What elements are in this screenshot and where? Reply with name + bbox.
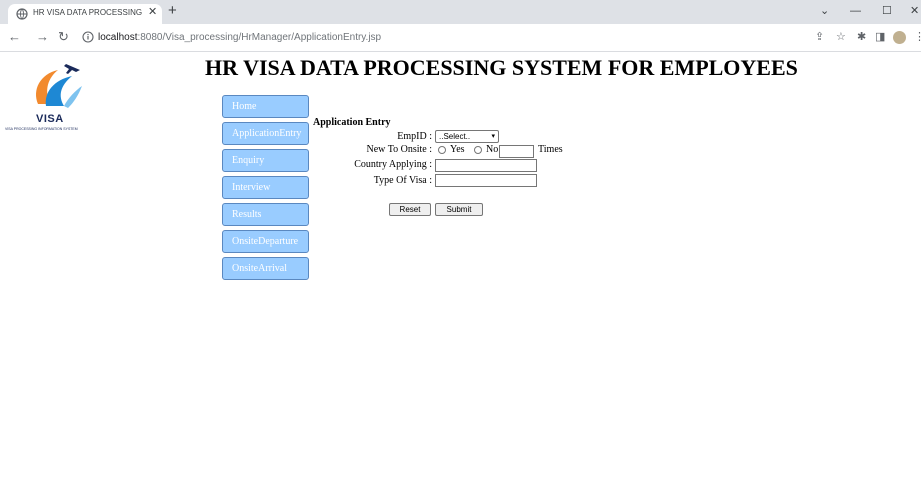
no-radio-label: No (486, 144, 499, 155)
extensions-icon[interactable]: ✱ (857, 30, 866, 44)
window-close-icon[interactable]: ✕ (910, 4, 919, 18)
yes-radio[interactable] (438, 146, 446, 154)
type-of-visa-label: Type Of Visa : (373, 175, 432, 186)
browser-tabstrip: HR VISA DATA PROCESSING SYS ✕ + ⌄ — ☐ ✕ (0, 0, 921, 24)
logo-subtext: VISA PROCESSING INFORMATION SYSTEM (5, 127, 78, 131)
form-heading: Application Entry (313, 117, 391, 128)
times-label: Times (538, 144, 563, 155)
menu-item-onsite-arrival[interactable]: OnsiteArrival (222, 257, 309, 280)
browser-tab[interactable]: HR VISA DATA PROCESSING SYS ✕ (8, 4, 162, 24)
empid-select[interactable]: ..Select.. ▾ (435, 130, 499, 143)
submit-button[interactable]: Submit (435, 203, 483, 216)
maximize-icon[interactable]: ☐ (882, 4, 892, 18)
new-to-onsite-label: New To Onsite : (366, 144, 433, 155)
times-input[interactable] (499, 145, 534, 158)
back-icon[interactable]: ← (8, 29, 21, 45)
empid-selected-value: ..Select.. (439, 132, 471, 141)
url-host: localhost (98, 32, 138, 43)
logo-text: VISA (36, 113, 64, 125)
reset-button[interactable]: Reset (389, 203, 431, 216)
chevron-down-icon: ▾ (491, 133, 495, 140)
address-bar[interactable]: localhost:8080/Visa_processing/HrManager… (98, 32, 381, 43)
side-panel-icon[interactable]: ◨ (875, 30, 885, 44)
new-tab-icon[interactable]: + (168, 2, 177, 20)
menu-item-home[interactable]: Home (222, 95, 309, 118)
share-icon[interactable]: ⇪ (815, 30, 824, 44)
menu-item-enquiry[interactable]: Enquiry (222, 149, 309, 172)
url-path: :8080/Visa_processing/HrManager/Applicat… (137, 32, 382, 43)
yes-radio-label: Yes (450, 144, 465, 155)
tab-search-icon[interactable]: ⌄ (820, 4, 829, 18)
page-title: HR VISA DATA PROCESSING SYSTEM FOR EMPLO… (205, 55, 798, 80)
menu-item-application-entry[interactable]: ApplicationEntry (222, 122, 309, 145)
menu-kebab-icon[interactable]: ⋮ (914, 30, 921, 44)
side-menu: Home ApplicationEntry Enquiry Interview … (222, 95, 310, 284)
country-applying-input[interactable] (435, 159, 537, 172)
menu-item-results[interactable]: Results (222, 203, 309, 226)
bookmark-star-icon[interactable]: ☆ (836, 30, 846, 44)
close-tab-icon[interactable]: ✕ (148, 5, 157, 18)
browser-toolbar: ← → ↻ localhost:8080/Visa_processing/HrM… (0, 24, 921, 52)
visa-logo-icon (36, 64, 82, 108)
globe-icon (16, 8, 28, 20)
site-info-icon[interactable] (82, 31, 94, 43)
menu-item-interview[interactable]: Interview (222, 176, 309, 199)
minimize-icon[interactable]: — (850, 4, 861, 18)
profile-avatar[interactable] (893, 31, 906, 44)
no-radio[interactable] (474, 146, 482, 154)
tab-title: HR VISA DATA PROCESSING SYS (33, 8, 143, 17)
type-of-visa-input[interactable] (435, 174, 537, 187)
menu-item-onsite-departure[interactable]: OnsiteDeparture (222, 230, 309, 253)
forward-icon[interactable]: → (36, 29, 49, 45)
empid-label: EmpID : (397, 131, 432, 142)
country-applying-label: Country Applying : (354, 159, 432, 170)
reload-icon[interactable]: ↻ (58, 29, 69, 45)
